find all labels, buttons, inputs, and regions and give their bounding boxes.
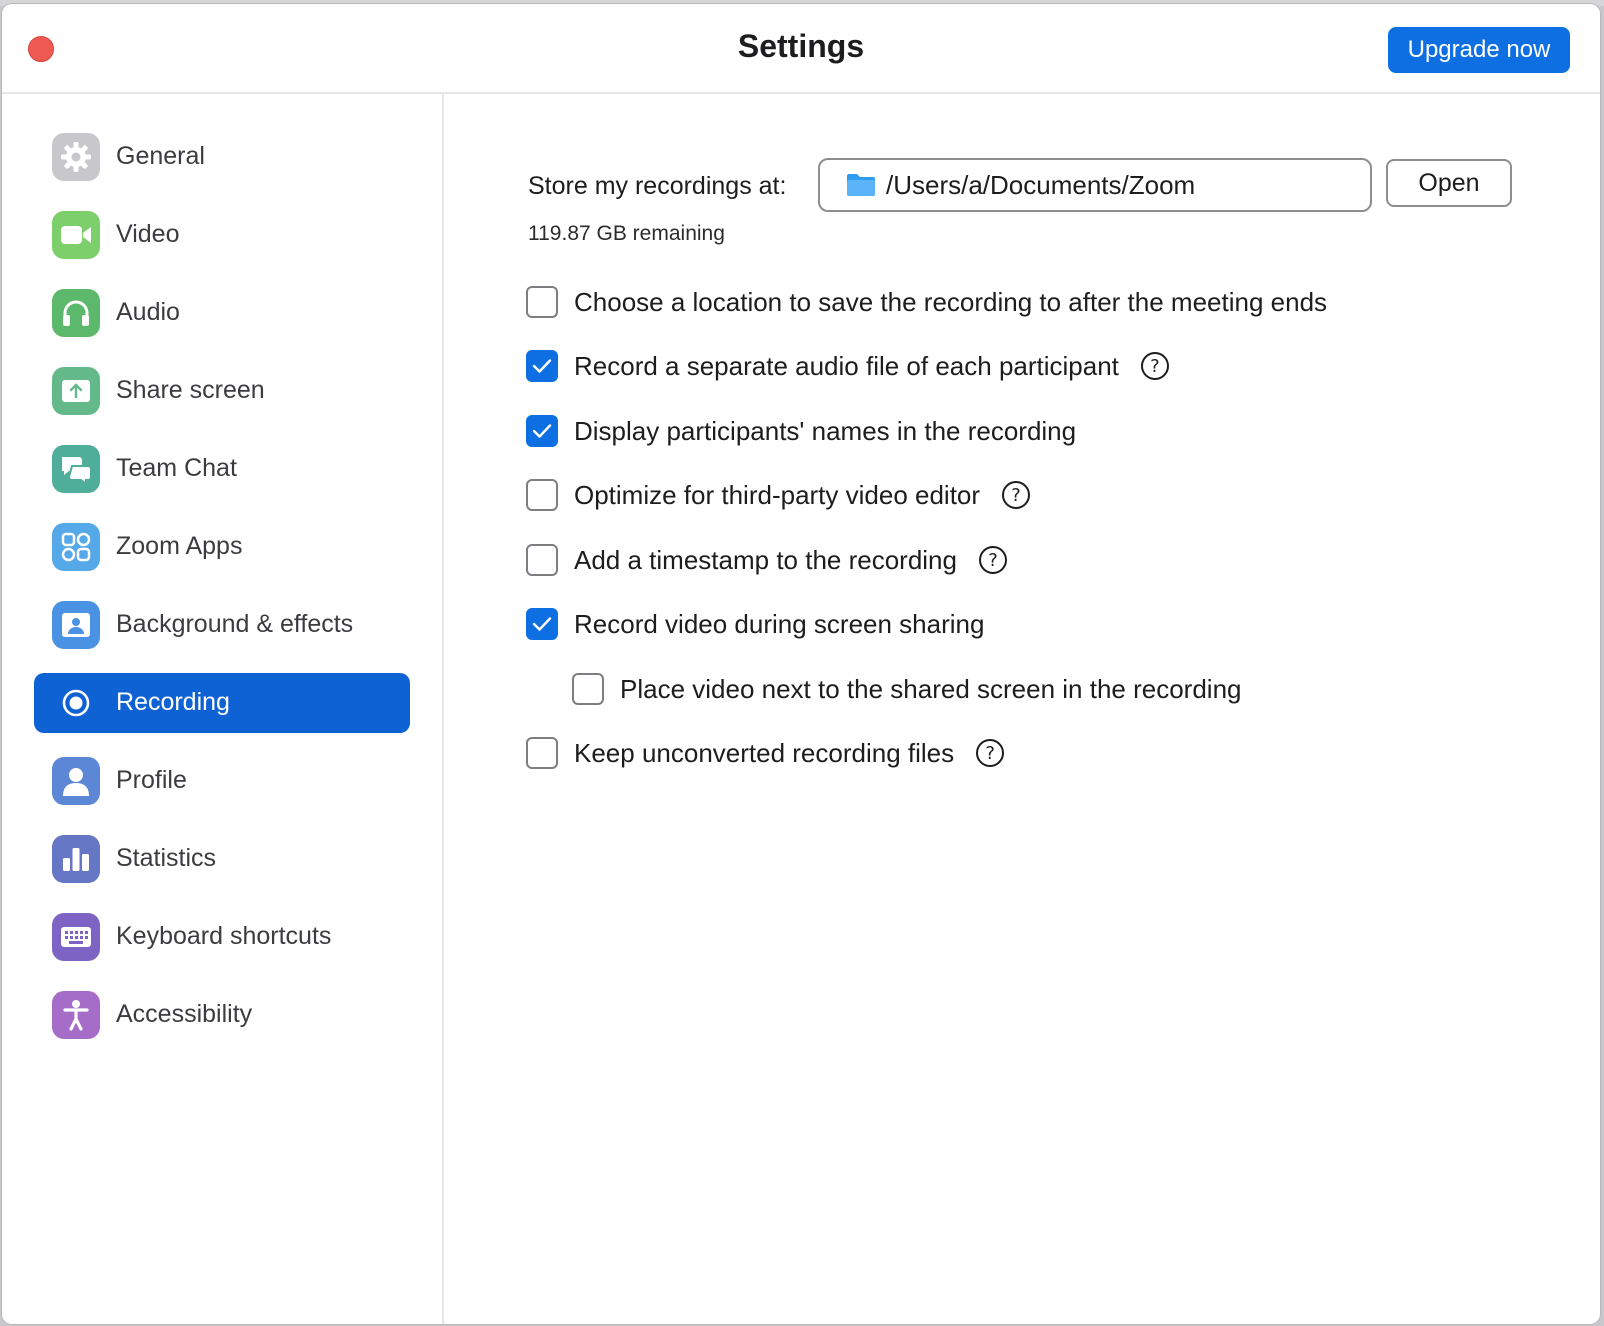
checkbox[interactable] [526, 608, 558, 640]
checkmark-icon [532, 359, 552, 373]
option-keep-unconverted: Keep unconverted recording files ? [526, 736, 1005, 770]
sidebar-item-label: Audio [116, 298, 180, 326]
sidebar-item-accessibility[interactable]: Accessibility [34, 985, 410, 1045]
sidebar-item-label: General [116, 142, 205, 170]
option-separate-audio: Record a separate audio file of each par… [526, 349, 1169, 383]
window-title: Settings [737, 28, 865, 64]
option-label: Optimize for third-party video editor [574, 479, 981, 510]
option-label: Choose a location to save the recording … [574, 286, 1328, 317]
settings-window: Settings Upgrade now General Video Audio [2, 4, 1600, 1324]
headphones-icon [52, 289, 100, 337]
option-label: Record a separate audio file of each par… [574, 350, 1119, 381]
help-icon[interactable]: ? [976, 739, 1005, 767]
sidebar-item-label: Statistics [116, 844, 217, 872]
checkbox[interactable] [526, 479, 558, 511]
sidebar-item-label: Share screen [116, 376, 265, 404]
keyboard-icon [52, 913, 100, 961]
sidebar-item-profile[interactable]: Profile [34, 751, 410, 811]
sidebar-item-general[interactable]: General [34, 127, 410, 187]
checkbox[interactable] [526, 737, 558, 769]
help-icon[interactable]: ? [1140, 352, 1169, 380]
chat-bubbles-icon [52, 445, 100, 493]
option-record-video-sharing: Record video during screen sharing [526, 607, 984, 641]
option-label: Record video during screen sharing [574, 608, 985, 639]
recording-path-field[interactable]: /Users/a/Documents/Zoom [818, 158, 1372, 212]
sidebar-item-recording[interactable]: Recording [34, 673, 410, 733]
sidebar-item-label: Profile [116, 766, 187, 794]
gear-icon [52, 133, 100, 181]
storage-remaining-text: 119.87 GB remaining [528, 222, 725, 245]
sidebar-item-label: Background & effects [116, 610, 354, 638]
store-recordings-label: Store my recordings at: [528, 172, 787, 200]
sidebar-item-share-screen[interactable]: Share screen [34, 361, 410, 421]
upgrade-now-button[interactable]: Upgrade now [1388, 27, 1570, 73]
share-screen-icon [52, 367, 100, 415]
checkbox[interactable] [526, 544, 558, 576]
sidebar-item-video[interactable]: Video [34, 205, 410, 265]
background-icon [52, 601, 100, 649]
recording-path-value: /Users/a/Documents/Zoom [886, 170, 1196, 200]
record-icon [52, 679, 100, 727]
option-optimize-editor: Optimize for third-party video editor ? [526, 478, 1031, 512]
bar-chart-icon [52, 835, 100, 883]
settings-sidebar: General Video Audio Share screen Team Ch… [2, 94, 444, 1324]
checkbox[interactable] [526, 415, 558, 447]
video-camera-icon [52, 211, 100, 259]
sidebar-item-label: Accessibility [116, 1000, 253, 1028]
sidebar-item-background-effects[interactable]: Background & effects [34, 595, 410, 655]
checkmark-icon [532, 424, 552, 438]
sidebar-item-label: Team Chat [116, 454, 237, 482]
sidebar-item-keyboard-shortcuts[interactable]: Keyboard shortcuts [34, 907, 410, 967]
option-label: Display participants' names in the recor… [574, 415, 1077, 446]
sidebar-item-label: Recording [116, 688, 230, 716]
checkbox[interactable] [526, 286, 558, 318]
checkbox[interactable] [526, 350, 558, 382]
folder-icon [846, 172, 876, 203]
sidebar-item-label: Keyboard shortcuts [116, 922, 332, 950]
help-icon[interactable]: ? [978, 546, 1007, 574]
option-add-timestamp: Add a timestamp to the recording ? [526, 543, 1007, 577]
apps-icon [52, 523, 100, 571]
option-label: Add a timestamp to the recording [574, 544, 957, 575]
sidebar-item-audio[interactable]: Audio [34, 283, 410, 343]
help-icon[interactable]: ? [1002, 481, 1031, 509]
sidebar-item-zoom-apps[interactable]: Zoom Apps [34, 517, 410, 577]
recording-settings-panel: Store my recordings at: /Users/a/Documen… [444, 94, 1600, 1324]
option-display-names: Display participants' names in the recor… [526, 414, 1076, 448]
accessibility-icon [52, 991, 100, 1039]
option-label: Keep unconverted recording files [574, 737, 955, 768]
sidebar-item-team-chat[interactable]: Team Chat [34, 439, 410, 499]
checkmark-icon [532, 617, 552, 631]
checkbox[interactable] [572, 673, 604, 705]
title-bar: Settings Upgrade now [2, 4, 1600, 94]
option-choose-location: Choose a location to save the recording … [526, 285, 1327, 319]
sidebar-item-statistics[interactable]: Statistics [34, 829, 410, 889]
sidebar-item-label: Zoom Apps [116, 532, 243, 560]
sidebar-item-label: Video [116, 220, 180, 248]
profile-icon [52, 757, 100, 805]
option-label: Place video next to the shared screen in… [620, 673, 1242, 704]
open-folder-button[interactable]: Open [1386, 159, 1512, 207]
option-place-video-next: Place video next to the shared screen in… [572, 672, 1242, 706]
